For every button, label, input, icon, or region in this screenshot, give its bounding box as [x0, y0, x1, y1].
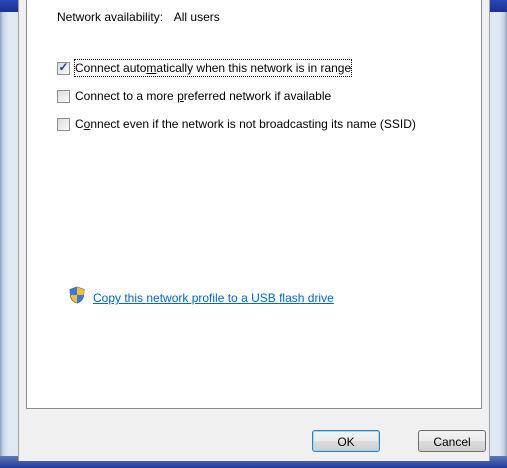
connect-not-broadcasting-label[interactable]: Connect even if the network is not broad…	[75, 116, 416, 132]
cancel-button[interactable]: Cancel	[418, 430, 486, 452]
network-availability-label: Network availability:	[57, 10, 164, 24]
checkbox-box[interactable]	[57, 118, 70, 131]
ok-button[interactable]: OK	[312, 430, 380, 452]
checkmark-icon: ✓	[58, 60, 69, 74]
shield-icon	[69, 286, 85, 304]
tab-content: Network availability: All users ✓ Connec…	[26, 0, 482, 409]
connect-preferred-label[interactable]: Connect to a more preferred network if a…	[75, 88, 331, 104]
checkbox-box[interactable]: ✓	[57, 60, 70, 75]
network-availability-value: All users	[173, 10, 220, 24]
connect-automatically-label[interactable]: Connect automatically when this network …	[73, 59, 353, 77]
dialog-panel: Network availability: All users ✓ Connec…	[18, 0, 490, 461]
copy-profile-link[interactable]: Copy this network profile to a USB flash…	[93, 290, 334, 306]
network-availability: Network availability: All users	[57, 9, 220, 25]
checkbox-box[interactable]	[57, 90, 70, 103]
